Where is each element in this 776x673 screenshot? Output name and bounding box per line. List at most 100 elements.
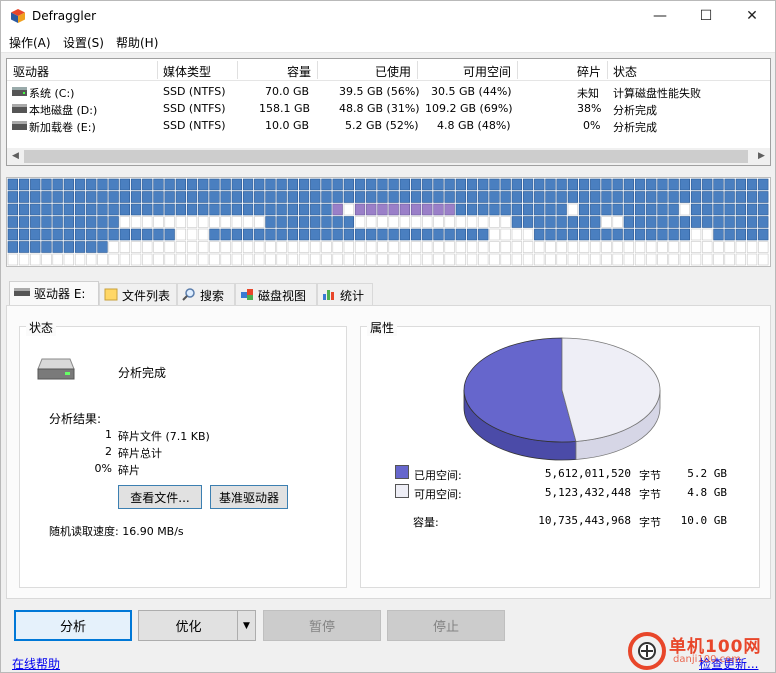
cluster-block [735, 203, 746, 216]
cluster-block [399, 203, 410, 216]
cluster-block [657, 228, 668, 241]
drive-row[interactable]: 系统 (C:) SSD (NTFS) 70.0 GB 39.5 GB (56%)… [7, 83, 770, 100]
col-header-free[interactable]: 可用空间 [463, 63, 511, 80]
cluster-block [242, 228, 254, 241]
optimize-dropdown-chevron-icon[interactable]: ▼ [237, 610, 256, 641]
maximize-button[interactable]: ☐ [683, 1, 729, 31]
cluster-block [578, 253, 590, 266]
cluster-block [567, 191, 578, 203]
cluster-block [410, 203, 422, 216]
cluster-block [690, 228, 702, 241]
cluster-block [433, 178, 444, 191]
window-title: Defraggler [32, 9, 97, 23]
close-button[interactable]: ✕ [729, 1, 775, 31]
cluster-block [623, 203, 634, 216]
col-header-capacity[interactable]: 容量 [287, 63, 311, 80]
cluster-block [377, 203, 388, 216]
col-header-drive[interactable]: 驱动器 [13, 63, 49, 80]
drive-row[interactable]: 新加载卷 (E:) SSD (NTFS) 10.0 GB 5.2 GB (52%… [7, 117, 770, 134]
capacity-label: 容量: [413, 516, 439, 529]
cluster-block [399, 216, 410, 228]
cluster-block [74, 191, 86, 203]
cluster-block [612, 178, 623, 191]
cluster-block [422, 253, 433, 266]
cluster-block [7, 253, 18, 266]
col-header-status[interactable]: 状态 [613, 63, 637, 80]
cluster-block [724, 241, 735, 253]
cluster-block [231, 203, 242, 216]
used-space-swatch [395, 465, 409, 479]
tab-statistics[interactable]: 统计 [317, 283, 373, 305]
online-help-link[interactable]: 在线帮助 [12, 655, 60, 672]
tab-disk-view[interactable]: 磁盘视图 [235, 283, 317, 305]
stop-button[interactable]: 停止 [387, 610, 505, 641]
cluster-block [702, 191, 713, 203]
cluster-block [590, 191, 601, 203]
drive-status: 分析完成 [613, 104, 657, 117]
tab-search[interactable]: 搜索 [177, 283, 235, 305]
cluster-block [276, 241, 287, 253]
cluster-block [265, 216, 276, 228]
cluster-block [410, 253, 422, 266]
drive-list[interactable]: 驱动器 媒体类型 容量 已使用 可用空间 碎片 状态 系统 (C:) SSD (… [6, 58, 771, 166]
cluster-block [63, 216, 74, 228]
tab-drive-e[interactable]: 驱动器 E: [9, 281, 99, 305]
menu-settings[interactable]: 设置(S) [63, 34, 104, 51]
cluster-block [657, 203, 668, 216]
cluster-block [332, 253, 343, 266]
cluster-block [511, 228, 522, 241]
drive-list-scrollbar[interactable]: ◀ ▶ [7, 148, 770, 165]
cluster-block [567, 203, 578, 216]
cluster-block [52, 253, 63, 266]
optimize-button[interactable]: 优化 [138, 610, 238, 641]
cluster-block [287, 191, 298, 203]
minimize-button[interactable]: — [637, 1, 683, 31]
cluster-block [668, 216, 679, 228]
menu-help[interactable]: 帮助(H) [116, 34, 158, 51]
col-header-used[interactable]: 已使用 [375, 63, 411, 80]
benchmark-drive-button[interactable]: 基准驱动器 [210, 485, 288, 509]
cluster-block [63, 241, 74, 253]
drive-block-map [6, 177, 771, 267]
cluster-block [567, 178, 578, 191]
cluster-block [746, 241, 758, 253]
cluster-block [668, 228, 679, 241]
cluster-block [601, 203, 612, 216]
cluster-block [478, 203, 489, 216]
tab-label: 统计 [340, 289, 365, 303]
scrollbar-thumb[interactable] [24, 150, 748, 163]
drive-media: SSD (NTFS) [163, 102, 226, 115]
cluster-block [97, 191, 108, 203]
drive-status: 计算磁盘性能失败 [613, 87, 701, 100]
cluster-block [287, 241, 298, 253]
cluster-block [690, 216, 702, 228]
cluster-block [220, 178, 231, 191]
cluster-block [500, 203, 511, 216]
drive-name: 新加载卷 (E:) [29, 121, 96, 134]
cluster-block [30, 253, 41, 266]
cluster-block [578, 241, 590, 253]
cluster-block [354, 228, 366, 241]
cluster-block [690, 178, 702, 191]
cluster-block [377, 253, 388, 266]
col-header-frag[interactable]: 碎片 [577, 63, 601, 80]
pause-button[interactable]: 暂停 [263, 610, 381, 641]
analyze-button[interactable]: 分析 [14, 610, 132, 641]
tab-file-list[interactable]: 文件列表 [99, 283, 177, 305]
menu-action[interactable]: 操作(A) [9, 34, 51, 51]
cluster-block [578, 191, 590, 203]
drive-row[interactable]: 本地磁盘 (D:) SSD (NTFS) 158.1 GB 48.8 GB (3… [7, 100, 770, 117]
cluster-block [321, 241, 332, 253]
cluster-block [388, 228, 399, 241]
col-header-media[interactable]: 媒体类型 [163, 63, 211, 80]
cluster-block [478, 191, 489, 203]
view-files-button[interactable]: 查看文件... [118, 485, 202, 509]
cluster-block [388, 178, 399, 191]
cluster-block [410, 228, 422, 241]
scroll-right-icon[interactable]: ▶ [753, 149, 770, 164]
cluster-block [242, 203, 254, 216]
scroll-left-icon[interactable]: ◀ [7, 149, 24, 164]
used-space-unit: 字节 [639, 469, 661, 482]
cluster-block [254, 241, 265, 253]
cluster-block [198, 241, 209, 253]
